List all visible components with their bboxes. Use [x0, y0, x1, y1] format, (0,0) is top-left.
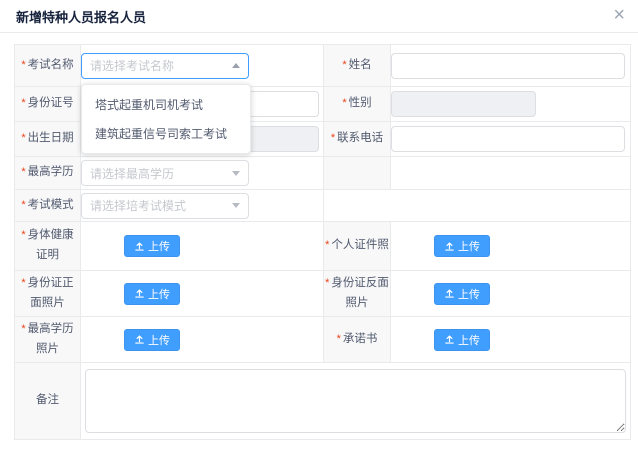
birth-date-label: *出生日期 [15, 122, 81, 157]
required-marker: * [337, 333, 341, 345]
id-back-photo-label: *身份证反面照片 [324, 271, 391, 317]
health-cert-label: *身体健康证明 [15, 222, 81, 271]
required-marker: * [21, 229, 25, 241]
dropdown-option-signal-rigger[interactable]: 建筑起重信号司索工考试 [82, 119, 250, 148]
remarks-label: 备注 [15, 363, 81, 440]
full-name-input[interactable] [391, 53, 625, 79]
dropdown-option-tower-crane[interactable]: 塔式起重机司机考试 [82, 90, 250, 119]
personal-photo-label: *个人证件照 [324, 222, 391, 271]
required-marker: * [342, 59, 346, 71]
required-marker: * [331, 132, 335, 144]
exam-name-placeholder: 请选择考试名称 [90, 57, 174, 74]
personal-photo-upload-button[interactable]: 上传 [434, 235, 490, 257]
full-name-label: *姓名 [324, 45, 391, 87]
form-row-education: *最高学历 请选择最高学历 [15, 157, 631, 190]
required-marker: * [342, 97, 346, 109]
close-icon[interactable]: × [613, 5, 625, 25]
upload-icon [444, 288, 455, 299]
exam-mode-placeholder: 请选择培考试模式 [90, 197, 186, 214]
upload-icon [134, 288, 145, 299]
required-marker: * [21, 166, 25, 178]
form-row-id-photos: *身份证正面照片 上传 *身份证反面照片 上传 [15, 271, 631, 317]
required-marker: * [21, 59, 25, 71]
chevron-down-icon [232, 171, 240, 176]
exam-name-select[interactable]: 请选择考试名称 [81, 53, 249, 79]
upload-icon [444, 334, 455, 345]
commitment-letter-label: *承诺书 [324, 317, 391, 363]
id-back-upload-button[interactable]: 上传 [434, 283, 490, 305]
required-marker: * [325, 277, 329, 289]
education-photo-upload-button[interactable]: 上传 [124, 329, 180, 351]
required-marker: * [21, 199, 25, 211]
exam-mode-select[interactable]: 请选择培考试模式 [81, 193, 249, 219]
exam-mode-label: *考试模式 [15, 190, 81, 222]
gender-input [391, 91, 536, 117]
required-marker: * [21, 277, 25, 289]
remarks-textarea[interactable] [85, 369, 626, 433]
id-front-photo-label: *身份证正面照片 [15, 271, 81, 317]
registration-form: *考试名称 请选择考试名称 塔式起重机司机考试 建筑起重信号司索工考试 *姓名 … [14, 44, 631, 440]
form-row-remarks: 备注 [15, 363, 631, 440]
education-select[interactable]: 请选择最高学历 [81, 160, 249, 186]
exam-name-dropdown: 塔式起重机司机考试 建筑起重信号司索工考试 [81, 84, 251, 154]
required-marker: * [325, 239, 329, 251]
required-marker: * [21, 132, 25, 144]
exam-name-label: *考试名称 [15, 45, 81, 87]
health-cert-upload-button[interactable]: 上传 [124, 235, 180, 257]
education-photo-label: *最高学历照片 [15, 317, 81, 363]
required-marker: * [21, 97, 25, 109]
gender-label: *性别 [324, 87, 391, 122]
id-front-upload-button[interactable]: 上传 [124, 283, 180, 305]
chevron-down-icon [232, 203, 240, 208]
upload-icon [134, 334, 145, 345]
form-row-exam-mode: *考试模式 请选择培考试模式 [15, 190, 631, 222]
empty-label-cell [324, 157, 391, 190]
upload-icon [134, 241, 145, 252]
form-row-edu-commitment: *最高学历照片 上传 *承诺书 上传 [15, 317, 631, 363]
chevron-up-icon [232, 63, 240, 68]
form-row-exam-name: *考试名称 请选择考试名称 塔式起重机司机考试 建筑起重信号司索工考试 *姓名 [15, 45, 631, 87]
empty-cell [324, 190, 631, 222]
phone-input[interactable] [391, 126, 625, 152]
commitment-upload-button[interactable]: 上传 [434, 329, 490, 351]
id-number-label: *身份证号 [15, 87, 81, 122]
dialog-title: 新增特种人员报名人员 [16, 7, 146, 26]
upload-icon [444, 241, 455, 252]
education-placeholder: 请选择最高学历 [90, 165, 174, 182]
empty-cell [391, 157, 631, 190]
education-label: *最高学历 [15, 157, 81, 190]
required-marker: * [21, 323, 25, 335]
dialog-header: 新增特种人员报名人员 [0, 0, 638, 33]
phone-label: *联系电话 [324, 122, 391, 157]
form-row-health-photo: *身体健康证明 上传 *个人证件照 上传 [15, 222, 631, 271]
